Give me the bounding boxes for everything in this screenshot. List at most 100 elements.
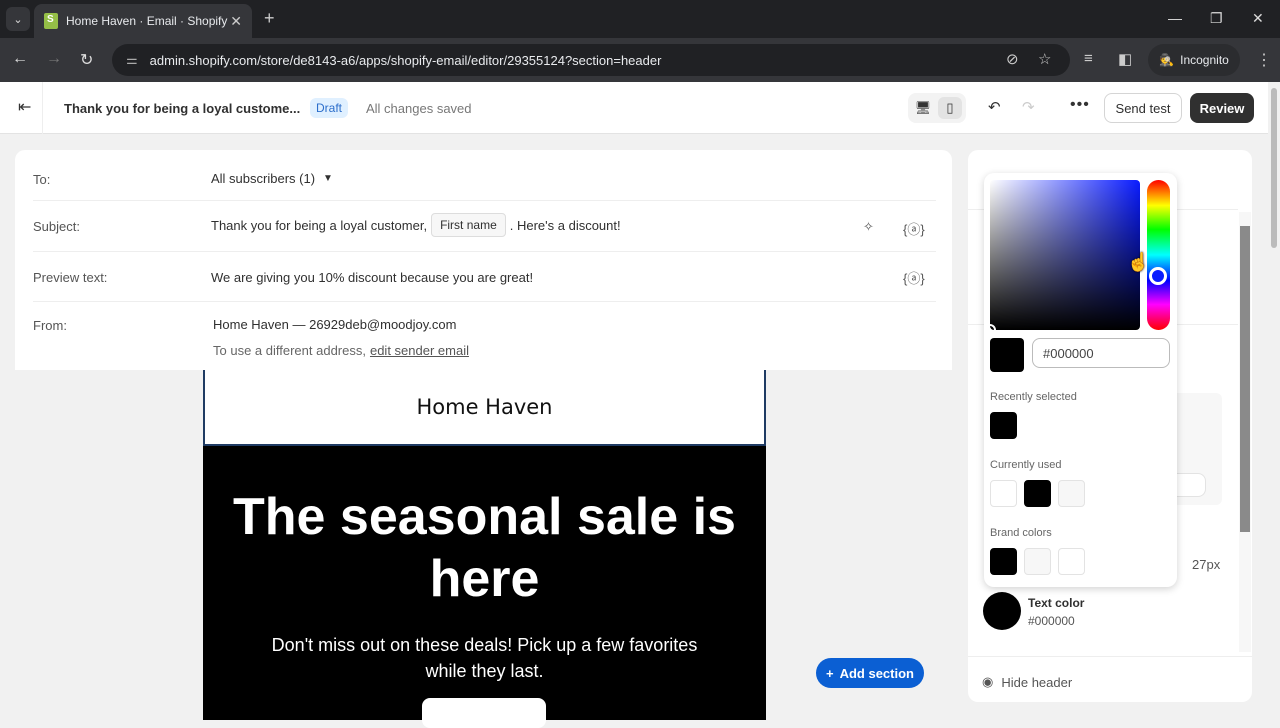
- site-info-icon[interactable]: ⚌: [126, 52, 138, 68]
- brand-color-swatch[interactable]: [1058, 548, 1085, 575]
- brand-colors-label: Brand colors: [990, 527, 1052, 539]
- scrollbar-thumb[interactable]: [1271, 88, 1277, 248]
- new-tab-button[interactable]: +: [264, 8, 275, 29]
- tab-search-button[interactable]: ⌄: [6, 7, 30, 31]
- editor-topbar: ⇤ Thank you for being a loyal custome...…: [0, 82, 1268, 134]
- brand-name: Home Haven: [416, 395, 553, 419]
- hex-input[interactable]: #000000: [1032, 338, 1170, 368]
- current-color-swatch: [990, 338, 1024, 372]
- preview-text-value: We are giving you 10% discount because y…: [211, 270, 534, 285]
- hide-header-button[interactable]: ◉ Hide header: [982, 674, 1072, 690]
- recipients-value: All subscribers (1): [211, 171, 316, 186]
- eye-icon: ◉: [982, 674, 994, 689]
- forward-icon[interactable]: →: [46, 50, 62, 68]
- subject-label: Subject:: [33, 219, 80, 234]
- from-value: Home Haven — 26929deb@moodjoy.com: [213, 317, 457, 332]
- email-header-section[interactable]: Home Haven: [203, 370, 766, 446]
- hue-handle[interactable]: [1149, 267, 1167, 285]
- size-value: 27px: [1192, 557, 1221, 572]
- email-preview: Home Haven The seasonal sale is here Don…: [203, 370, 766, 728]
- more-actions-icon[interactable]: •••: [1070, 96, 1090, 114]
- panel-scrollbar-thumb[interactable]: [1240, 226, 1250, 532]
- save-status: All changes saved: [366, 101, 472, 116]
- subject-row: Subject: Thank you for being a loyal cus…: [33, 201, 936, 252]
- incognito-icon: 🕵: [1159, 53, 1175, 67]
- preview-text-row: Preview text: We are giving you 10% disc…: [33, 252, 936, 302]
- side-panel-icon[interactable]: ◧: [1118, 50, 1132, 68]
- currently-used-swatch[interactable]: [990, 480, 1017, 507]
- currently-used-swatch[interactable]: [1058, 480, 1085, 507]
- first-name-variable-chip[interactable]: First name: [431, 213, 506, 237]
- subject-text: Thank you for being a loyal customer,: [211, 217, 428, 233]
- text-color-swatch[interactable]: [983, 592, 1021, 630]
- plus-icon: +: [826, 665, 834, 681]
- tab-title: Home Haven · Email · Shopify: [66, 14, 228, 28]
- saturation-brightness-area[interactable]: [984, 180, 1140, 336]
- subject-input[interactable]: Thank you for being a loyal customer, Fi…: [211, 213, 621, 237]
- from-hint-text: To use a different address,: [213, 343, 366, 358]
- page-scrollbar[interactable]: [1268, 82, 1280, 720]
- tracking-protection-icon[interactable]: ⊘: [1006, 50, 1019, 68]
- desktop-preview-icon[interactable]: 🖥: [911, 97, 935, 119]
- hue-slider[interactable]: [1147, 180, 1170, 330]
- mobile-preview-icon[interactable]: ▯: [938, 97, 962, 119]
- minimize-icon[interactable]: —: [1168, 10, 1182, 26]
- redo-icon[interactable]: ↷: [1022, 98, 1035, 116]
- email-title: Thank you for being a loyal custome...: [64, 101, 301, 116]
- divider: [968, 656, 1252, 657]
- brand-color-swatch[interactable]: [990, 548, 1017, 575]
- brand-color-swatch[interactable]: [1024, 548, 1051, 575]
- text-color-label: Text color: [1028, 596, 1085, 610]
- preview-text-input[interactable]: We are giving you 10% discount because y…: [211, 270, 533, 285]
- shopify-favicon-icon: [44, 13, 58, 29]
- send-test-button[interactable]: Send test: [1104, 93, 1182, 123]
- recently-selected-swatch[interactable]: [990, 412, 1017, 439]
- recently-selected-label: Recently selected: [990, 391, 1077, 403]
- color-picker-popover: #000000 Recently selected Currently used…: [984, 173, 1177, 587]
- hero-body: Don't miss out on these deals! Pick up a…: [271, 635, 698, 681]
- address-bar[interactable]: ⚌ admin.shopify.com/store/de8143-a6/apps…: [112, 44, 1070, 76]
- media-control-icon[interactable]: ≡: [1084, 50, 1093, 67]
- hero-section[interactable]: The seasonal sale is here Don't miss out…: [203, 446, 766, 728]
- insert-variable-icon[interactable]: {ⓐ}: [903, 219, 925, 238]
- incognito-label: Incognito: [1180, 53, 1229, 67]
- currently-used-swatch[interactable]: [1024, 480, 1051, 507]
- add-section-button[interactable]: + Add section: [816, 658, 924, 688]
- url-text: admin.shopify.com/store/de8143-a6/apps/s…: [149, 52, 662, 68]
- recipients-dropdown[interactable]: All subscribers (1) ▼: [211, 171, 333, 186]
- hand-cursor-icon: ☝: [1127, 252, 1150, 272]
- from-row: From: Home Haven — 26929deb@moodjoy.com …: [33, 302, 936, 370]
- subject-text-suffix: . Here's a discount!: [509, 217, 621, 233]
- edit-sender-email-link[interactable]: edit sender email: [370, 343, 469, 358]
- device-toggle: 🖥 ▯: [908, 93, 966, 123]
- hero-cta-button[interactable]: [422, 698, 546, 728]
- reload-icon[interactable]: ↻: [80, 50, 93, 70]
- panel-scrollbar[interactable]: [1239, 212, 1251, 652]
- saturation-handle[interactable]: [984, 324, 996, 336]
- browser-toolbar: ← → ↻ ⚌ admin.shopify.com/store/de8143-a…: [0, 38, 1280, 82]
- undo-icon[interactable]: ↶: [988, 98, 1001, 116]
- insert-variable-icon[interactable]: {ⓐ}: [903, 268, 925, 287]
- close-window-icon[interactable]: ✕: [1252, 10, 1264, 27]
- hide-header-label: Hide header: [1001, 674, 1073, 690]
- browser-menu-icon[interactable]: ⋮: [1256, 50, 1272, 70]
- chevron-down-icon: ▼: [323, 173, 333, 184]
- ai-sparkle-icon[interactable]: ✧: [863, 219, 874, 235]
- browser-tab-strip: ⌄ Home Haven · Email · Shopify ✕ + — ❐ ✕: [0, 0, 1280, 38]
- restore-icon[interactable]: ❐: [1210, 10, 1223, 27]
- email-settings-card: To: All subscribers (1) ▼ Subject: Thank…: [15, 150, 952, 370]
- hero-title: The seasonal sale is here: [233, 488, 736, 608]
- back-icon[interactable]: ←: [12, 50, 28, 68]
- review-button[interactable]: Review: [1190, 93, 1254, 123]
- close-tab-icon[interactable]: ✕: [230, 13, 242, 30]
- from-label: From:: [33, 318, 67, 333]
- bookmark-star-icon[interactable]: ☆: [1038, 50, 1051, 68]
- exit-editor-icon[interactable]: ⇤: [18, 97, 31, 117]
- incognito-badge[interactable]: 🕵 Incognito: [1148, 44, 1240, 76]
- currently-used-label: Currently used: [990, 459, 1062, 471]
- browser-tab[interactable]: Home Haven · Email · Shopify ✕: [34, 4, 252, 38]
- text-color-value: #000000: [1028, 614, 1075, 628]
- to-row: To: All subscribers (1) ▼: [33, 150, 936, 201]
- from-hint: To use a different address, edit sender …: [213, 343, 469, 358]
- to-label: To:: [33, 172, 51, 187]
